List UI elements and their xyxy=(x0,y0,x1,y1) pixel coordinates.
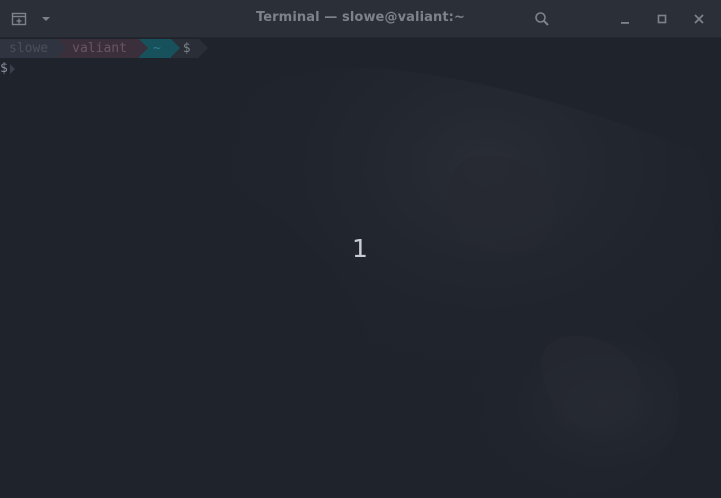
powerline-arrow xyxy=(198,39,208,57)
title-bar[interactable]: Terminal — slowe@valiant:~ xyxy=(0,0,721,38)
minimize-icon[interactable] xyxy=(614,8,636,30)
terminal-window: Terminal — slowe@valiant:~ slowe valiant… xyxy=(0,0,721,498)
powerline-arrow xyxy=(170,39,180,57)
window-title: Terminal — slowe@valiant:~ xyxy=(256,10,465,25)
powerline-arrow xyxy=(138,39,148,57)
background-artwork xyxy=(0,38,721,498)
powerline-arrow xyxy=(58,39,68,57)
prompt-host: valiant xyxy=(72,41,127,56)
close-icon[interactable] xyxy=(688,8,710,30)
powerline-arrow xyxy=(9,63,15,74)
prompt-user: slowe xyxy=(9,41,49,56)
prompt-symbol: $ xyxy=(182,41,191,56)
overlay-number: 1 xyxy=(352,234,368,263)
input-prompt-symbol: $ xyxy=(0,61,8,76)
terminal-content[interactable]: slowe valiant ~ $ $ 1 xyxy=(0,38,721,498)
search-icon[interactable] xyxy=(531,8,553,30)
prompt-host-segment: valiant xyxy=(58,39,148,58)
input-line[interactable]: $ xyxy=(0,60,15,77)
prompt-user-segment: slowe xyxy=(0,39,68,58)
maximize-icon[interactable] xyxy=(651,8,673,30)
prompt-line: slowe valiant ~ $ xyxy=(0,39,208,58)
prompt-dir: ~ xyxy=(152,41,161,56)
